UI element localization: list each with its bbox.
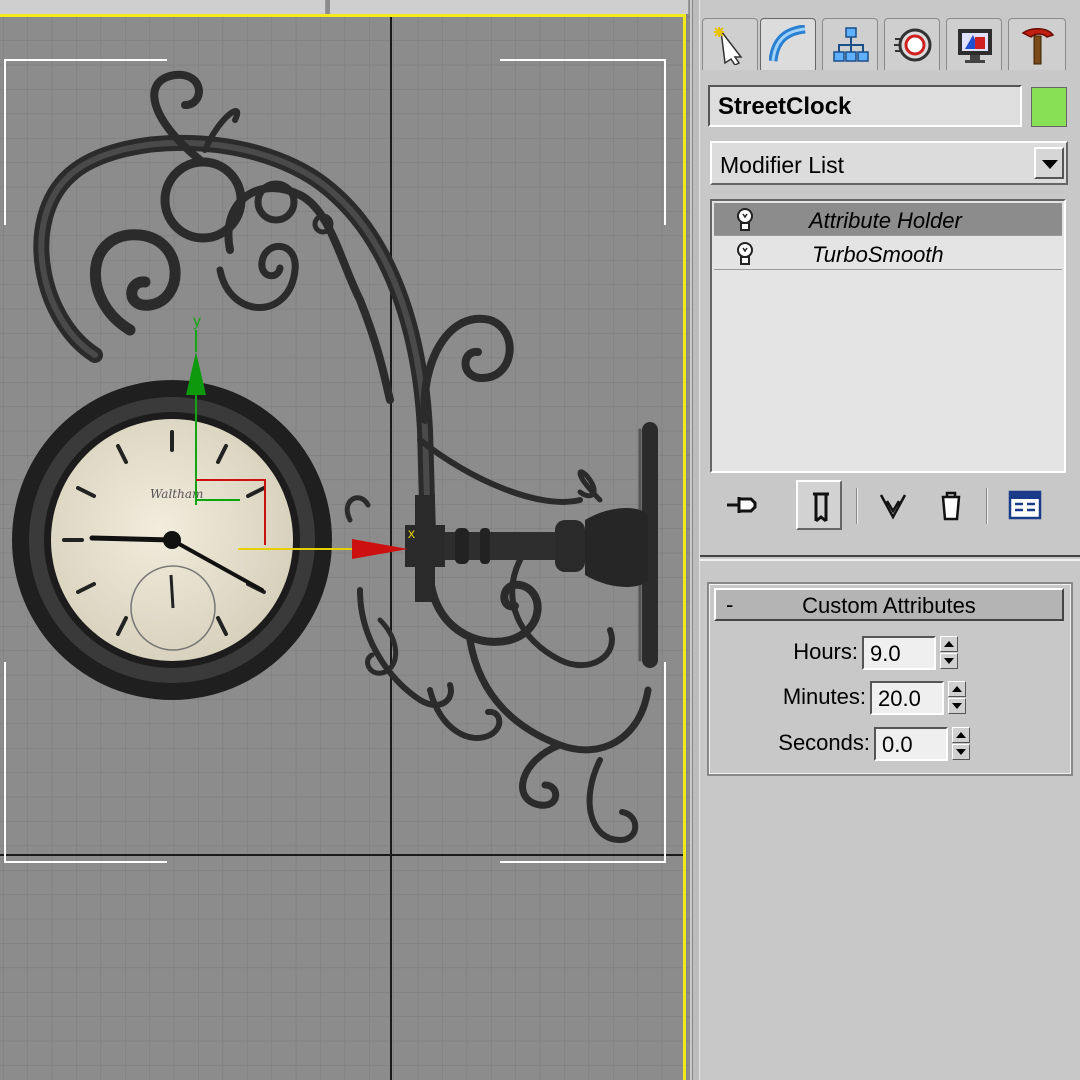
stack-item-label: TurboSmooth bbox=[812, 242, 944, 267]
configure-modifier-sets-button[interactable] bbox=[1002, 480, 1048, 530]
utilities-icon bbox=[1021, 28, 1055, 65]
tab-create[interactable] bbox=[702, 18, 758, 70]
tab-modify[interactable] bbox=[760, 18, 816, 70]
tab-display[interactable] bbox=[946, 18, 1002, 70]
panel-divider bbox=[700, 555, 1080, 561]
gizmo-y-label: y bbox=[193, 313, 201, 330]
remove-modifier-icon bbox=[941, 491, 961, 521]
minutes-spinner[interactable] bbox=[948, 681, 966, 715]
seconds-field[interactable]: 0.0 bbox=[874, 727, 948, 761]
rollout-title: Custom Attributes bbox=[802, 593, 976, 618]
modifier-stack[interactable]: Attribute Holder TurboSmooth bbox=[710, 199, 1066, 473]
stack-toolbar bbox=[710, 480, 1070, 530]
toolbar-separator bbox=[856, 488, 858, 524]
spinner-up-icon[interactable] bbox=[940, 636, 958, 652]
lightbulb-icon[interactable] bbox=[734, 207, 756, 233]
stack-item-turbosmooth[interactable]: TurboSmooth bbox=[714, 237, 1062, 270]
pin-stack-icon bbox=[727, 497, 757, 513]
toolbar-separator bbox=[986, 488, 988, 524]
seconds-label: Seconds: bbox=[778, 730, 870, 755]
minutes-field[interactable]: 20.0 bbox=[870, 681, 944, 715]
show-end-result-icon bbox=[813, 492, 829, 523]
pin-stack-button[interactable] bbox=[720, 480, 766, 530]
spinner-down-icon[interactable] bbox=[940, 653, 958, 669]
hierarchy-icon bbox=[833, 27, 869, 62]
motion-icon bbox=[894, 28, 932, 62]
configure-modifier-sets-icon bbox=[1008, 490, 1042, 520]
remove-modifier-button[interactable] bbox=[928, 480, 974, 530]
modifier-list-dropdown[interactable]: Modifier List bbox=[710, 141, 1068, 185]
clock-face-group: Waltham bbox=[12, 380, 332, 700]
stack-item-attribute-holder[interactable]: Attribute Holder bbox=[714, 203, 1062, 236]
spinner-down-icon[interactable] bbox=[948, 698, 966, 714]
tab-hierarchy[interactable] bbox=[822, 18, 878, 70]
hours-label: Hours: bbox=[793, 639, 858, 664]
viewport-canvas[interactable]: Waltham y x bbox=[0, 0, 690, 1080]
spinner-up-icon[interactable] bbox=[948, 681, 966, 697]
chevron-down-icon[interactable] bbox=[1034, 147, 1064, 179]
seconds-spinner[interactable] bbox=[952, 727, 970, 761]
hours-field[interactable]: 9.0 bbox=[862, 636, 936, 670]
panel-splitter[interactable] bbox=[692, 0, 700, 1080]
svg-text:x: x bbox=[408, 525, 415, 541]
hours-spinner[interactable] bbox=[940, 636, 958, 670]
show-end-result-button[interactable] bbox=[796, 480, 842, 530]
stack-item-label: Attribute Holder bbox=[809, 208, 962, 233]
object-color-swatch[interactable] bbox=[1031, 87, 1067, 127]
modify-icon bbox=[769, 25, 806, 62]
object-name-field[interactable]: StreetClock bbox=[708, 85, 1022, 127]
create-icon bbox=[714, 27, 743, 65]
viewport-front[interactable]: Waltham y x bbox=[0, 0, 690, 1080]
tab-utilities[interactable] bbox=[1008, 18, 1066, 70]
spinner-down-icon[interactable] bbox=[952, 744, 970, 760]
display-icon bbox=[958, 29, 992, 63]
tab-motion[interactable] bbox=[884, 18, 940, 70]
spinner-up-icon[interactable] bbox=[952, 727, 970, 743]
modifier-list-label: Modifier List bbox=[720, 152, 844, 178]
minutes-label: Minutes: bbox=[782, 684, 866, 709]
make-unique-icon bbox=[879, 494, 907, 520]
rollout-title-bar[interactable]: - Custom Attributes bbox=[714, 588, 1064, 621]
lightbulb-icon[interactable] bbox=[734, 241, 756, 267]
make-unique-button[interactable] bbox=[872, 480, 918, 530]
